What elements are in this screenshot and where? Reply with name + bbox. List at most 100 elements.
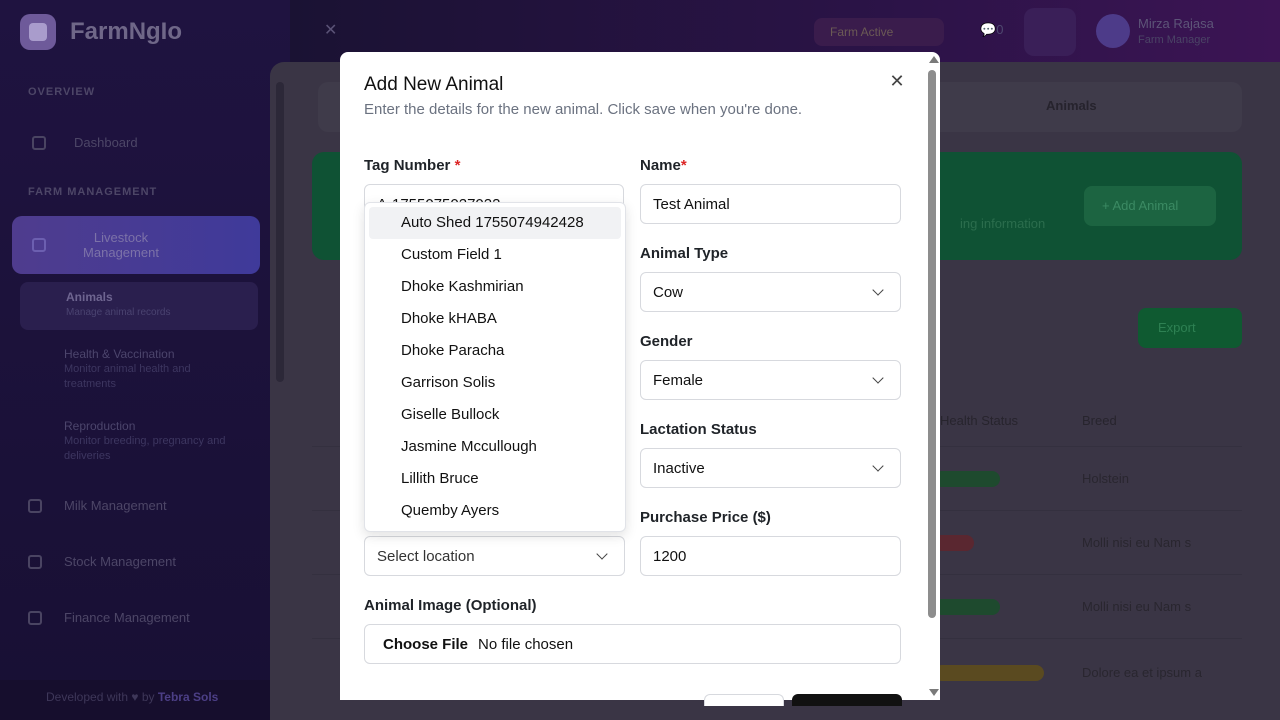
location-option[interactable]: Quemby Ayers bbox=[369, 495, 621, 527]
label-text: Tag Number bbox=[364, 157, 451, 174]
lactation-status-select[interactable]: Inactive bbox=[640, 448, 901, 488]
sidebar-item-label: Dashboard bbox=[74, 135, 138, 150]
sidebar-item-label: Animals bbox=[66, 290, 113, 304]
footer-link[interactable]: Tebra Sols bbox=[158, 690, 218, 704]
avatar[interactable] bbox=[1096, 14, 1130, 48]
sidebar-item-finance[interactable]: Finance Management bbox=[28, 610, 190, 625]
gender-value: Female bbox=[653, 371, 704, 389]
sidebar-item-milk[interactable]: Milk Management bbox=[28, 498, 167, 513]
banner-text: ing information bbox=[960, 216, 1046, 231]
animal-type-value: Cow bbox=[653, 283, 684, 301]
scroll-up-arrow-icon[interactable] bbox=[929, 56, 939, 63]
location-option[interactable]: Jasmine Mccullough bbox=[369, 431, 621, 463]
section-farm-management: FARM MANAGEMENT bbox=[28, 186, 158, 198]
gender-label: Gender bbox=[640, 333, 693, 350]
animal-type-select[interactable]: Cow bbox=[640, 272, 901, 312]
brand-name: FarmNgIo bbox=[70, 18, 183, 45]
name-value: Test Animal bbox=[653, 195, 730, 213]
animal-image-file-input[interactable]: Choose File No file chosen bbox=[364, 624, 901, 664]
location-option[interactable]: Giselle Bullock bbox=[369, 399, 621, 431]
location-option[interactable]: Dhoke Kashmirian bbox=[369, 271, 621, 303]
table-cell-breed: Dolore ea et ipsum a bbox=[1082, 665, 1202, 680]
milk-icon bbox=[28, 498, 42, 513]
close-icon[interactable]: ✕ bbox=[886, 70, 908, 92]
sidebar-item-health[interactable]: Health & Vaccination Monitor animal heal… bbox=[64, 347, 244, 392]
collapse-sidebar-icon[interactable]: ✕ bbox=[324, 20, 337, 40]
file-status: No file chosen bbox=[478, 635, 574, 653]
user-menu[interactable]: Mirza Rajasa Farm Manager bbox=[1138, 16, 1214, 48]
location-dropdown-list: Auto Shed 1755074942428 Custom Field 1 Dho… bbox=[364, 202, 626, 532]
sidebar-footer: Developed with ♥ by Tebra Sols bbox=[0, 680, 290, 720]
sidebar-item-livestock[interactable]: Livestock Management bbox=[12, 216, 260, 274]
settings-button[interactable] bbox=[1024, 8, 1076, 56]
chat-count: 0 bbox=[996, 22, 1004, 37]
sidebar-item-label: Finance Management bbox=[64, 610, 190, 625]
sidebar-item-label: Health & Vaccination bbox=[64, 347, 175, 361]
location-option[interactable]: Dhoke Paracha bbox=[369, 335, 621, 367]
location-option[interactable]: Custom Field 1 bbox=[369, 239, 621, 271]
sidebar-item-label: Stock Management bbox=[64, 554, 177, 569]
location-option[interactable]: Lillith Bruce bbox=[369, 463, 621, 495]
location-option[interactable]: Auto Shed 1755074942428 bbox=[369, 207, 621, 239]
chevron-down-icon bbox=[872, 284, 884, 296]
sidebar-item-sublabel: Monitor animal health and treatments bbox=[64, 363, 191, 390]
dialog-scrollbar[interactable] bbox=[926, 56, 939, 698]
name-input[interactable]: Test Animal bbox=[640, 184, 901, 224]
dialog-title: Add New Animal bbox=[364, 74, 504, 95]
status-badge bbox=[934, 535, 974, 551]
save-button[interactable] bbox=[792, 694, 902, 706]
status-badge bbox=[934, 599, 1000, 615]
table-cell-breed: Holstein bbox=[1082, 471, 1129, 486]
dashboard-icon bbox=[32, 135, 46, 150]
gender-select[interactable]: Female bbox=[640, 360, 901, 400]
lactation-status-value: Inactive bbox=[653, 459, 705, 477]
farm-logo-icon bbox=[20, 14, 56, 50]
table-cell-breed: Molli nisi eu Nam s bbox=[1082, 599, 1192, 614]
animal-type-label: Animal Type bbox=[640, 245, 729, 262]
footer-text: Developed with ♥ by bbox=[46, 690, 158, 704]
required-mark: * bbox=[680, 157, 687, 174]
add-animal-button[interactable]: + Add Animal bbox=[1084, 186, 1216, 226]
sidebar-item-animals[interactable]: Animals Manage animal records bbox=[20, 282, 258, 330]
tag-number-label: Tag Number * bbox=[364, 157, 460, 174]
sidebar-item-dashboard[interactable]: Dashboard bbox=[32, 135, 138, 150]
purchase-price-input[interactable]: 1200 bbox=[640, 536, 901, 576]
sidebar-item-sublabel: Manage animal records bbox=[66, 307, 171, 318]
cow-icon bbox=[32, 238, 46, 252]
main-scrollbar[interactable] bbox=[276, 82, 284, 382]
sidebar-item-reproduction[interactable]: Reproduction Monitor breeding, pregnancy… bbox=[64, 419, 244, 464]
status-badge bbox=[934, 471, 1000, 487]
chevron-down-icon bbox=[872, 372, 884, 384]
export-button[interactable]: Export bbox=[1138, 308, 1242, 348]
location-option[interactable]: Dhoke kHABA bbox=[369, 303, 621, 335]
table-cell-breed: Molli nisi eu Nam s bbox=[1082, 535, 1192, 550]
tab-animals[interactable]: Animals bbox=[1046, 98, 1097, 113]
chevron-down-icon bbox=[596, 548, 608, 560]
purchase-price-value: 1200 bbox=[653, 547, 687, 565]
purchase-price-label: Purchase Price ($) bbox=[640, 509, 771, 526]
sidebar-item-stock[interactable]: Stock Management bbox=[28, 554, 176, 569]
column-header-breed: Breed bbox=[1082, 413, 1117, 428]
scrollbar-thumb[interactable] bbox=[928, 70, 936, 618]
sidebar-item-label: Milk Management bbox=[64, 498, 167, 513]
column-header-health: Health Status bbox=[940, 413, 1019, 428]
section-overview: OVERVIEW bbox=[28, 86, 96, 98]
sidebar-item-label: Livestock Management bbox=[83, 230, 159, 260]
user-role: Farm Manager bbox=[1138, 34, 1211, 46]
sidebar-item-sublabel: Monitor breeding, pregnancy and deliveri… bbox=[64, 435, 226, 462]
chat-icon[interactable]: 💬0 bbox=[980, 22, 1003, 38]
choose-file-button[interactable]: Choose File bbox=[383, 636, 468, 653]
location-select[interactable]: Select location bbox=[364, 536, 625, 576]
status-badge bbox=[934, 665, 1044, 681]
box-icon bbox=[28, 554, 42, 569]
user-name: Mirza Rajasa bbox=[1138, 16, 1214, 31]
label-text: Name bbox=[640, 157, 681, 174]
brand: FarmNgIo bbox=[20, 14, 182, 50]
scroll-down-arrow-icon[interactable] bbox=[929, 689, 939, 696]
location-placeholder: Select location bbox=[377, 547, 475, 565]
required-mark: * bbox=[454, 157, 461, 174]
wallet-icon bbox=[28, 610, 42, 625]
location-option[interactable]: Garrison Solis bbox=[369, 367, 621, 399]
sidebar: FarmNgIo OVERVIEW Dashboard FARM MANAGEM… bbox=[0, 0, 290, 720]
cancel-button[interactable] bbox=[704, 694, 784, 706]
